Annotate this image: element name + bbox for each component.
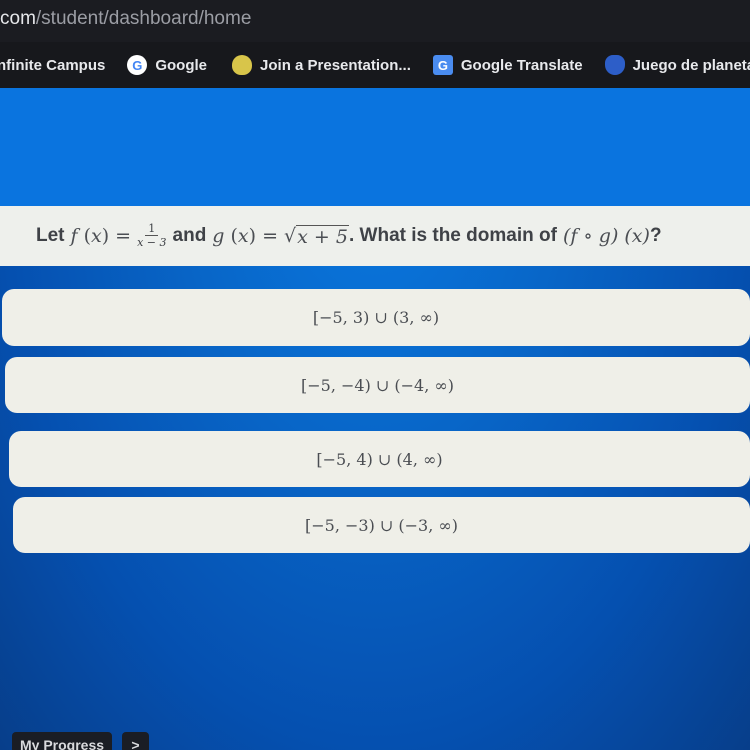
bookmarks-bar: nfinite Campus G Google Join a Presentat… — [0, 42, 750, 88]
bookmark-juego-de-planetas[interactable]: Juego de planetas — [604, 55, 750, 75]
bookmark-label: Join a Presentation... — [260, 56, 411, 74]
bookmark-label: Google — [155, 56, 208, 74]
answer-option-4[interactable]: [−5, −3) ∪ (−3, ∞) — [13, 497, 750, 553]
f-denominator: x − 3 — [137, 236, 167, 249]
f-var: x — [91, 225, 102, 247]
address-bar[interactable]: com/student/dashboard/home — [0, 0, 750, 42]
f-fraction: 1 x − 3 — [137, 223, 167, 250]
bookmark-google-translate[interactable]: G Google Translate — [432, 55, 583, 75]
and-text: and — [172, 225, 207, 246]
answer-label: [−5, 4) ∪ (4, ∞) — [316, 449, 443, 469]
bookmark-infinite-campus[interactable]: nfinite Campus — [0, 57, 105, 74]
answer-option-1[interactable]: [−5, 3) ∪ (3, ∞) — [2, 289, 750, 346]
bookmark-google[interactable]: G Google — [127, 55, 207, 75]
planet-icon — [604, 55, 625, 75]
url-path: /student/dashboard/home — [35, 8, 252, 29]
composite-function: (f ∘ g) (x) — [562, 225, 650, 247]
question-text: Let f (x) = 1 x − 3 and g (x) = √ x + 5 .… — [0, 206, 750, 266]
g-radicand: x + 5 — [296, 224, 349, 248]
header-band — [0, 88, 750, 206]
answer-option-2[interactable]: [−5, −4) ∪ (−4, ∞) — [5, 357, 750, 413]
quiz-page: Let f (x) = 1 x − 3 and g (x) = √ x + 5 .… — [0, 88, 750, 750]
g-var: x — [237, 225, 249, 247]
google-icon: G — [127, 55, 148, 75]
question-suffix: . What is the domain of — [348, 225, 557, 246]
bookmark-join-presentation[interactable]: Join a Presentation... — [229, 55, 411, 75]
bookmark-label: Google Translate — [460, 56, 583, 74]
answer-label: [−5, −4) ∪ (−4, ∞) — [301, 375, 454, 395]
question-prefix: Let — [36, 225, 65, 246]
bookmark-label: Juego de planetas — [632, 56, 750, 74]
progress-next-button[interactable]: > — [122, 732, 149, 750]
question-mark: ? — [649, 225, 662, 246]
bookmark-label: nfinite Campus — [0, 56, 106, 74]
g-name: g — [212, 225, 225, 247]
medal-icon — [232, 55, 253, 75]
answer-label: [−5, −3) ∪ (−3, ∞) — [305, 515, 458, 535]
f-numerator: 1 — [145, 223, 159, 236]
f-name: f — [70, 225, 78, 247]
my-progress-button[interactable]: My Progress — [12, 732, 113, 750]
answer-label: [−5, 3) ∪ (3, ∞) — [312, 308, 440, 327]
url-domain: com — [0, 8, 36, 29]
answer-option-3[interactable]: [−5, 4) ∪ (4, ∞) — [9, 431, 750, 487]
translate-icon: G — [432, 55, 453, 75]
